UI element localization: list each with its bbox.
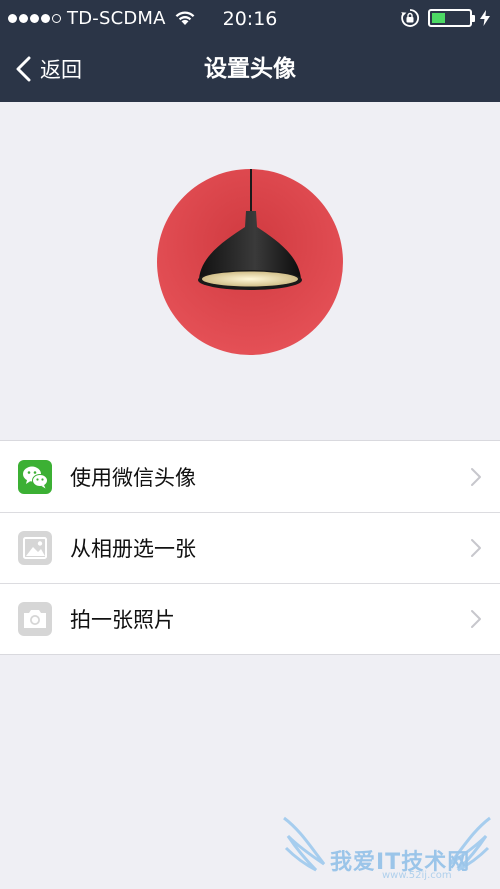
- option-label: 拍一张照片: [70, 607, 175, 632]
- charging-icon: [480, 10, 490, 26]
- navigation-bar: 返回 设置头像: [0, 36, 500, 102]
- option-choose-from-album[interactable]: 从相册选一张: [0, 512, 500, 583]
- battery-icon: [428, 9, 475, 27]
- chevron-right-icon: [471, 610, 481, 628]
- watermark-url: www.52ij.com: [382, 870, 452, 881]
- avatar-options-list: 使用微信头像 从相册选一张 拍一张照片: [0, 440, 500, 655]
- option-use-wechat-avatar[interactable]: 使用微信头像: [0, 441, 500, 512]
- orientation-lock-icon: [401, 9, 419, 27]
- status-bar: TD-SCDMA 20:16: [0, 0, 500, 36]
- option-take-photo[interactable]: 拍一张照片: [0, 583, 500, 654]
- chevron-right-icon: [471, 468, 481, 486]
- wechat-icon: [18, 460, 52, 494]
- chevron-right-icon: [471, 539, 481, 557]
- page-title: 设置头像: [204, 56, 296, 82]
- pendant-lamp-image: [157, 169, 343, 355]
- battery-level: [432, 13, 445, 23]
- avatar[interactable]: [157, 169, 343, 355]
- option-label: 从相册选一张: [70, 536, 196, 561]
- watermark: 我爱IT技术网 www.52ij.com: [282, 812, 492, 884]
- photo-album-icon: [18, 531, 52, 565]
- status-right: [400, 8, 490, 28]
- option-label: 使用微信头像: [70, 465, 196, 490]
- camera-icon: [18, 602, 52, 636]
